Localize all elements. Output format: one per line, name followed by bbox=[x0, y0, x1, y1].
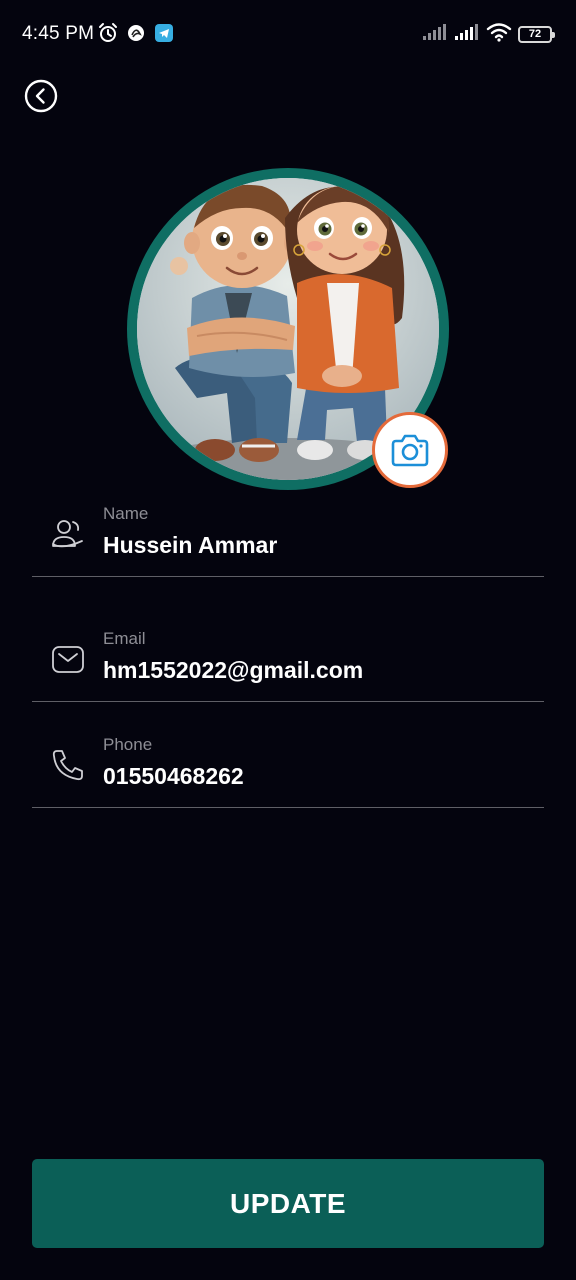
app-badge-icon bbox=[126, 22, 146, 44]
phone-icon bbox=[52, 750, 83, 781]
email-value[interactable]: hm1552022@gmail.com bbox=[103, 657, 533, 684]
email-label: Email bbox=[103, 629, 146, 648]
signal-icon bbox=[454, 23, 480, 46]
update-label: UPDATE bbox=[229, 1187, 347, 1219]
telegram-icon bbox=[154, 22, 174, 44]
mail-icon bbox=[52, 646, 84, 673]
users-icon bbox=[52, 520, 83, 548]
email-field[interactable]: Email hm1552022@gmail.com bbox=[32, 625, 544, 702]
status-time: 4:45 PM bbox=[22, 23, 95, 44]
chevron-left-icon bbox=[24, 79, 58, 113]
alarm-icon bbox=[98, 22, 118, 44]
battery-level: 72 bbox=[528, 28, 542, 40]
name-label: Name bbox=[103, 504, 149, 523]
camera-icon bbox=[391, 434, 429, 467]
phone-label: Phone bbox=[103, 735, 153, 754]
system-icons: 72 bbox=[422, 22, 555, 47]
battery-icon: 72 bbox=[518, 26, 555, 43]
update-button[interactable]: UPDATE bbox=[32, 1159, 544, 1248]
name-value[interactable]: Hussein Ammar bbox=[103, 532, 533, 559]
notification-icons bbox=[98, 22, 174, 44]
change-photo-button[interactable] bbox=[372, 412, 448, 488]
wifi-icon bbox=[486, 22, 512, 47]
phone-value[interactable]: 01550468262 bbox=[103, 763, 533, 790]
status-bar: 4:45 PM 72 bbox=[0, 0, 576, 68]
signal-icon bbox=[422, 23, 448, 46]
back-button[interactable] bbox=[24, 79, 58, 113]
name-field[interactable]: Name Hussein Ammar bbox=[32, 500, 544, 577]
phone-field[interactable]: Phone 01550468262 bbox=[32, 731, 544, 808]
